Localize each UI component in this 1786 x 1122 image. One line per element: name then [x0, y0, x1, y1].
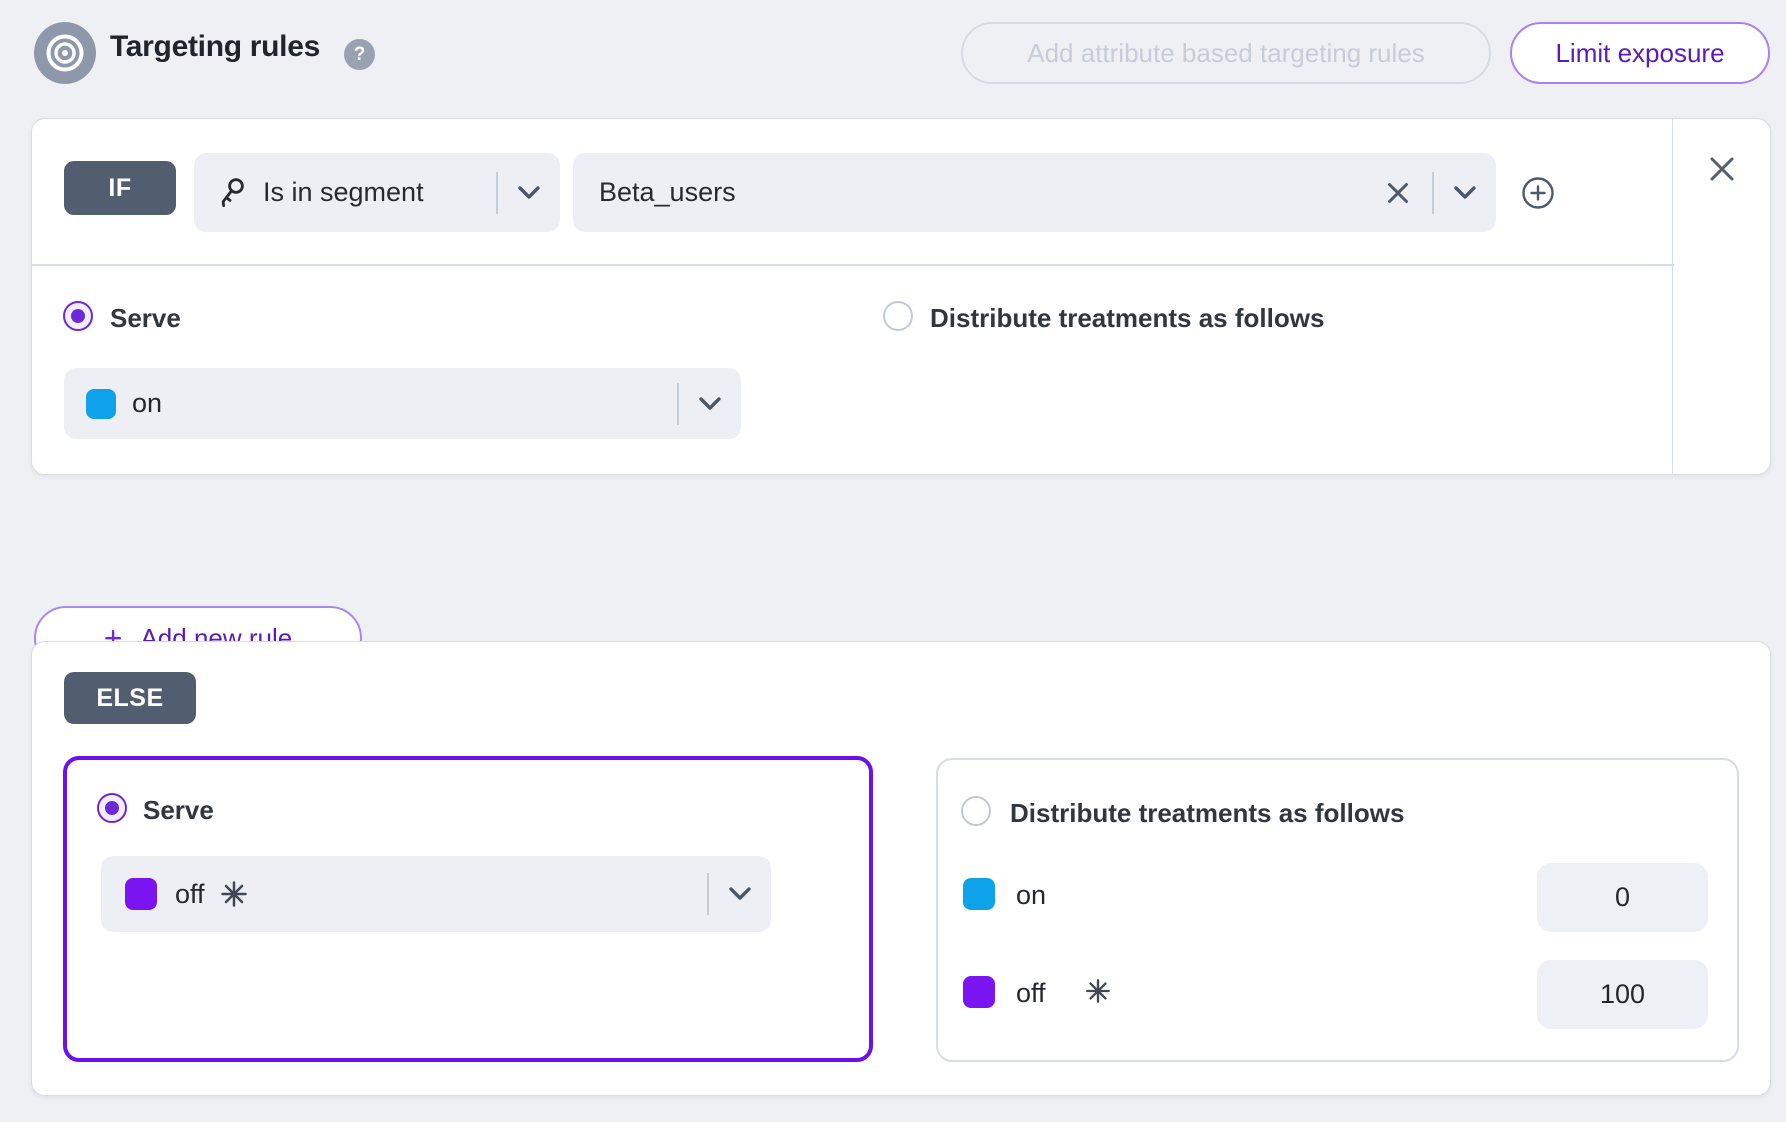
treatment-select[interactable]: on [64, 368, 741, 439]
serve-radio[interactable] [63, 301, 93, 331]
treatment-name: on [132, 388, 162, 419]
divider [32, 264, 1674, 266]
else-rule-card: ELSE Serve off Distribute treatments as … [31, 641, 1771, 1096]
chevron-down-icon[interactable] [1434, 185, 1496, 201]
plus-circle-icon [1521, 176, 1555, 210]
treatment-name: off [175, 879, 205, 910]
page-title: Targeting rules [110, 30, 320, 64]
treatment-on-swatch [86, 389, 116, 419]
else-treatment-select[interactable]: off [101, 856, 771, 932]
if-badge: IF [64, 161, 176, 215]
segment-value-select[interactable]: Beta_users [573, 153, 1496, 232]
distribution-percent-input[interactable]: 100 [1537, 960, 1708, 1029]
default-treatment-asterisk-icon [219, 879, 249, 909]
distribute-label: Distribute treatments as follows [930, 303, 1324, 334]
distribute-radio[interactable] [883, 301, 913, 331]
treatment-on-swatch [963, 878, 995, 910]
chevron-down-icon[interactable] [498, 185, 560, 201]
else-distribute-radio[interactable] [961, 796, 991, 826]
matcher-label: Is in segment [263, 177, 424, 208]
chevron-down-icon[interactable] [709, 886, 771, 902]
matcher-select[interactable]: Is in segment [194, 153, 560, 232]
else-badge: ELSE [64, 672, 196, 724]
chevron-down-icon[interactable] [679, 396, 741, 412]
clear-value-button[interactable] [1386, 181, 1410, 205]
else-serve-label: Serve [143, 795, 214, 826]
target-icon [44, 32, 86, 74]
key-icon [216, 176, 249, 209]
segment-value: Beta_users [599, 177, 736, 208]
help-icon[interactable]: ? [344, 39, 375, 70]
distribution-percent-input[interactable]: 0 [1537, 863, 1708, 932]
limit-exposure-button[interactable]: Limit exposure [1510, 22, 1770, 84]
else-serve-box[interactable]: Serve off [63, 756, 873, 1062]
treatment-off-swatch [125, 878, 157, 910]
rule-side-rail [1672, 119, 1770, 474]
distribution-treatment-name: off [1016, 978, 1046, 1009]
if-rule-card: IF Is in segment Beta_users [31, 118, 1771, 475]
else-serve-radio[interactable] [97, 793, 127, 823]
serve-label: Serve [110, 303, 181, 334]
close-icon [1707, 154, 1737, 184]
add-condition-button[interactable] [1521, 176, 1555, 210]
else-distribute-box[interactable]: Distribute treatments as follows on 0 of… [936, 758, 1739, 1062]
add-attribute-rules-button[interactable]: Add attribute based targeting rules [961, 22, 1491, 84]
delete-rule-button[interactable] [1704, 151, 1740, 187]
distribution-treatment-name: on [1016, 880, 1046, 911]
treatment-off-swatch [963, 976, 995, 1008]
targeting-rules-avatar [34, 22, 96, 84]
default-treatment-asterisk-icon [1084, 977, 1112, 1005]
else-distribute-label: Distribute treatments as follows [1010, 798, 1404, 829]
